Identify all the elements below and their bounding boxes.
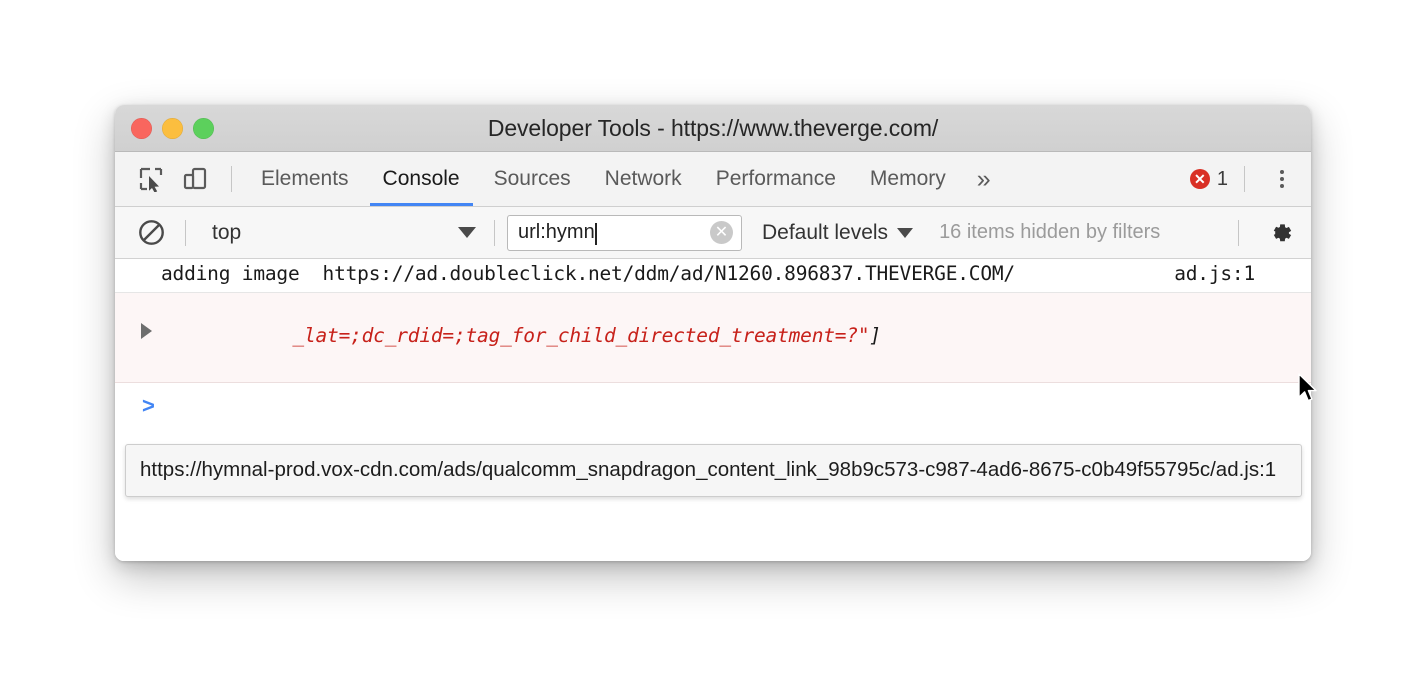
tab-label: Elements [261,167,349,190]
tab-label: Sources [493,167,571,190]
console-prompt-row[interactable]: > [115,383,1311,429]
traffic-lights [131,117,214,139]
log-levels-dropdown[interactable]: Default levels [762,220,914,245]
inspect-element-icon[interactable] [131,159,171,199]
console-toolbar-divider [185,219,186,246]
maximize-window-button[interactable] [193,117,214,139]
prompt-chevron-icon: > [142,393,155,418]
more-tabs-chevron-icon[interactable]: » [963,152,1004,206]
devtools-window: Developer Tools - https://www.theverge.c… [115,105,1317,561]
device-toolbar-icon[interactable] [175,159,215,199]
clear-filter-glyph: ✕ [714,223,729,241]
console-error-text-tail: ] [869,324,881,347]
filter-input[interactable] [507,214,742,251]
window-title: Developer Tools - https://www.theverge.c… [487,114,939,141]
console-log-text: adding image https://ad.doubleclick.net/… [161,262,1015,285]
console-toolbar-divider-3 [1238,219,1239,246]
clear-filter-icon[interactable]: ✕ [710,221,733,244]
kebab-menu-icon[interactable] [1265,162,1299,196]
chevron-down-icon [458,227,476,238]
console-error-row[interactable]: _lat=;dc_rdid=;tag_for_child_directed_tr… [115,293,1311,383]
error-count-label: 1 [1216,167,1228,190]
tab-network[interactable]: Network [588,152,699,206]
panel-tabs: Elements Console Sources Network Perform… [244,152,1004,206]
error-x-glyph: ✕ [1194,171,1206,187]
devtools-tabbar: Elements Console Sources Network Perform… [115,152,1311,207]
tabbar-right-group: ✕ 1 [1189,162,1311,196]
disclosure-triangle-icon[interactable] [141,323,152,339]
console-log-source-link[interactable]: ad.js:1 [1174,262,1311,285]
tab-performance[interactable]: Performance [699,152,853,206]
tabbar-divider [1244,166,1245,192]
execution-context-select[interactable]: top [198,217,482,249]
tab-elements[interactable]: Elements [244,152,366,206]
console-error-text: _lat=;dc_rdid=;tag_for_child_directed_tr… [115,295,1311,376]
console-error-text-main: _lat=;dc_rdid=;tag_for_child_directed_tr… [292,324,870,347]
clear-console-icon[interactable] [129,211,173,255]
error-count-badge[interactable]: ✕ 1 [1189,167,1228,191]
console-toolbar-right [1226,216,1311,250]
execution-context-value: top [212,220,242,244]
tab-label: Memory [869,167,946,190]
console-log-row[interactable]: adding image https://ad.doubleclick.net/… [115,259,1311,293]
hidden-items-message: 16 items hidden by filters [939,221,1161,243]
filter-field-wrapper: ✕ [507,214,742,251]
chevron-down-icon [897,227,914,238]
minimize-window-button[interactable] [162,117,183,139]
tab-console[interactable]: Console [366,152,477,206]
error-circle-icon: ✕ [1189,169,1210,189]
tab-label: Network [604,167,682,190]
tab-label: Performance [715,167,836,190]
close-window-button[interactable] [131,117,152,139]
console-toolbar-divider-2 [494,219,495,246]
tab-sources[interactable]: Sources [477,152,588,206]
tab-label: Console [382,167,460,190]
console-message-list[interactable]: adding image https://ad.doubleclick.net/… [115,259,1311,561]
more-tabs-label: » [976,164,991,193]
link-url-tooltip: https://hymnal-prod.vox-cdn.com/ads/qual… [125,444,1302,497]
log-levels-label: Default levels [762,220,889,244]
settings-gear-icon[interactable] [1263,216,1297,250]
console-toolbar: top ✕ Default levels 16 items hidden by … [115,207,1311,259]
window-titlebar: Developer Tools - https://www.theverge.c… [115,105,1311,152]
toolbar-divider [231,166,232,192]
tab-memory[interactable]: Memory [853,152,963,206]
